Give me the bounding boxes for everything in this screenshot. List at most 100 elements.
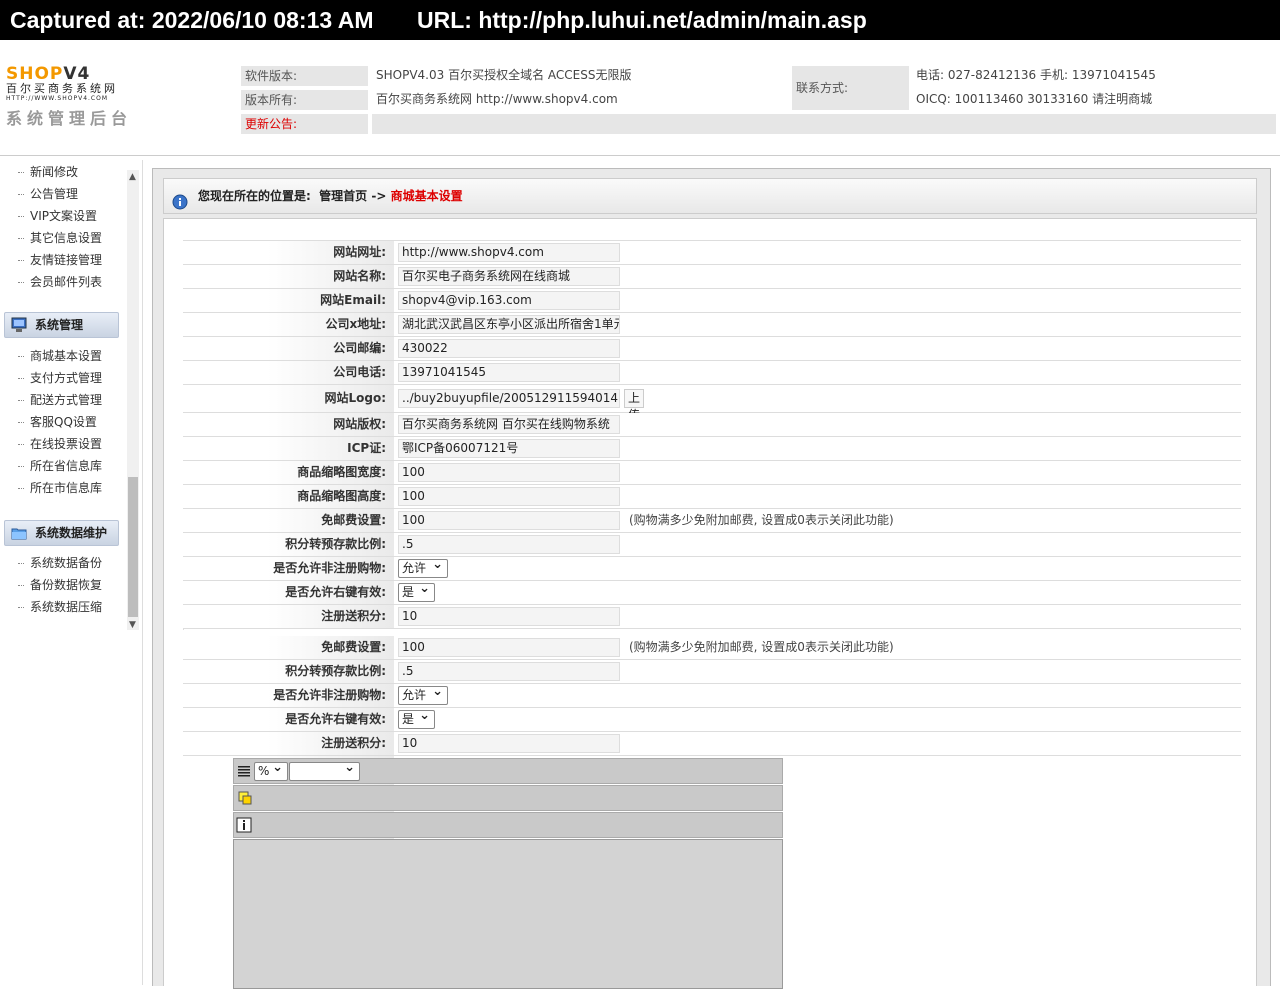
version-value: SHOPV4.03 百尔买授权全域名 ACCESS无限版 <box>376 68 632 82</box>
sidebar-item-news-edit[interactable]: 新闻修改 <box>18 161 78 183</box>
sidebar-item-notice[interactable]: 公告管理 <box>18 183 78 205</box>
header: SHOPV4 百尔买商务系统网 HTTP://WWW.SHOPV4.COM 系统… <box>0 40 1280 156</box>
register-points-field-2[interactable]: 10 <box>398 734 620 753</box>
sidebar-item-delivery[interactable]: 配送方式管理 <box>18 389 102 411</box>
row-phone: 公司电话: 13971041545 <box>183 361 1241 385</box>
logo-url: HTTP://WWW.SHOPV4.COM <box>6 95 109 102</box>
register-points-field[interactable]: 10 <box>398 607 620 626</box>
align-icon[interactable] <box>236 763 252 779</box>
sidebar: 新闻修改 公告管理 VIP文案设置 其它信息设置 友情链接管理 会员邮件列表 系… <box>0 160 143 985</box>
row-thumb-height: 商品缩略图高度: 100 <box>183 485 1241 509</box>
thumb-width-field[interactable]: 100 <box>398 463 620 482</box>
sidebar-item-qq[interactable]: 客服QQ设置 <box>18 411 97 433</box>
scroll-down-icon[interactable]: ▼ <box>129 620 136 630</box>
points-ratio-field-2[interactable]: .5 <box>398 662 620 681</box>
row-register-points: 注册送积分: 10 <box>183 605 1241 629</box>
font-select[interactable] <box>289 759 360 781</box>
phone-field[interactable]: 13971041545 <box>398 363 620 382</box>
sidebar-item-compress[interactable]: 系统数据压缩 <box>18 596 102 618</box>
sidebar-item-mail[interactable]: 会员邮件列表 <box>18 271 102 293</box>
breadcrumb-prefix: 您现在所在的位置是: <box>198 189 311 203</box>
sidebar-item-vote[interactable]: 在线投票设置 <box>18 433 102 455</box>
logo-cn: 百尔买商务系统网 <box>6 82 118 95</box>
sidebar-group-system[interactable]: 系统管理 <box>4 312 119 338</box>
highlight-icon[interactable] <box>237 790 253 806</box>
editor-content-area[interactable] <box>233 839 783 989</box>
row-zip: 公司邮编: 430022 <box>183 337 1241 361</box>
notice-label: 更新公告: <box>241 114 368 134</box>
sidebar-item-payment[interactable]: 支付方式管理 <box>18 367 102 389</box>
capture-url: URL: http://php.luhui.net/admin/main.asp <box>417 7 867 33</box>
monitor-icon <box>11 317 27 333</box>
site-email-field[interactable]: shopv4@vip.163.com <box>398 291 620 310</box>
sidebar-item-links[interactable]: 友情链接管理 <box>18 249 102 271</box>
row-address: 公司x地址: 湖北武汉武昌区东亭小区派出所宿舍1单元 <box>183 313 1241 337</box>
sidebar-item-mall-basic[interactable]: 商城基本设置 <box>18 345 102 367</box>
row-site-email: 网站Email: shopv4@vip.163.com <box>183 289 1241 313</box>
row-points-ratio-2: 积分转预存款比例: .5 <box>183 660 1241 684</box>
row-logo: 网站Logo: ../buy2buyupfile/200512911594014… <box>183 385 1241 456</box>
site-url-field[interactable]: http://www.shopv4.com <box>398 243 620 262</box>
row-register-points-2: 注册送积分: 10 <box>183 732 1241 756</box>
row-right-click: 是否允许右键有效: 是 <box>183 580 1241 605</box>
zip-field[interactable]: 430022 <box>398 339 620 358</box>
scroll-thumb[interactable] <box>128 477 138 617</box>
upload-image-button[interactable]: 上传图片 <box>624 389 645 456</box>
guest-shopping-select-2[interactable]: 允许 <box>398 683 448 705</box>
free-shipping-field[interactable]: 100 <box>398 511 620 530</box>
contact-label: 联系方式: <box>792 66 909 110</box>
breadcrumb-home[interactable]: 管理首页 <box>319 189 367 203</box>
row-thumb-width: 商品缩略图宽度: 100 <box>183 461 1241 485</box>
site-name-field[interactable]: 百尔买电子商务系统网在线商城 <box>398 267 620 286</box>
info-box-icon[interactable] <box>236 817 252 833</box>
editor-toolbar-2 <box>233 785 783 811</box>
row-right-click-2: 是否允许右键有效: 是 <box>183 707 1241 732</box>
breadcrumb-current: 商城基本设置 <box>390 189 463 203</box>
thumb-height-field[interactable]: 100 <box>398 487 620 506</box>
sidebar-item-province[interactable]: 所在省信息库 <box>18 455 102 477</box>
editor-toolbar-1: % <box>233 758 783 784</box>
logo-brand: SHOPV4 <box>6 64 91 84</box>
owner-label: 版本所有: <box>241 90 368 110</box>
rich-text-editor: % <box>233 758 783 989</box>
logo-field[interactable]: ../buy2buyupfile/200512911594014 <box>398 389 620 408</box>
address-field[interactable]: 湖北武汉武昌区东亭小区派出所宿舍1单元 <box>398 315 620 334</box>
row-copyright: 网站版权: 百尔买商务系统网 百尔买在线购物系统 <box>183 413 1241 437</box>
info-icon <box>172 189 188 210</box>
capture-banner: Captured at: 2022/06/10 08:13 AM URL: ht… <box>0 0 1280 40</box>
sidebar-scrollbar[interactable]: ▲ ▼ <box>127 170 139 630</box>
free-shipping-hint: (购物满多少免附加邮费, 设置成0表示关闭此功能) <box>629 513 894 527</box>
row-guest-shopping: 是否允许非注册购物: 允许 <box>183 556 1241 581</box>
row-guest-shopping-2: 是否允许非注册购物: 允许 <box>183 683 1241 708</box>
free-shipping-hint-2: (购物满多少免附加邮费, 设置成0表示关闭此功能) <box>629 640 894 654</box>
folder-icon <box>11 525 27 541</box>
row-site-name: 网站名称: 百尔买电子商务系统网在线商城 <box>183 265 1241 289</box>
row-points-ratio: 积分转预存款比例: .5 <box>183 533 1241 557</box>
right-click-select-2[interactable]: 是 <box>398 707 435 729</box>
sidebar-item-other[interactable]: 其它信息设置 <box>18 227 102 249</box>
free-shipping-field-2[interactable]: 100 <box>398 638 620 657</box>
editor-toolbar-3 <box>233 812 783 838</box>
oicq-value: OICQ: 100113460 30133160 请注明商城 <box>916 92 1153 106</box>
guest-shopping-select[interactable]: 允许 <box>398 556 448 578</box>
sidebar-item-backup[interactable]: 系统数据备份 <box>18 552 102 574</box>
row-icp: ICP证: 鄂ICP备06007121号 <box>183 437 1241 461</box>
right-click-select[interactable]: 是 <box>398 580 435 602</box>
breadcrumb-arrow: -> <box>371 189 387 203</box>
sidebar-group-data[interactable]: 系统数据维护 <box>4 520 119 546</box>
sidebar-item-restore[interactable]: 备份数据恢复 <box>18 574 102 596</box>
points-ratio-field[interactable]: .5 <box>398 535 620 554</box>
sidebar-item-vip[interactable]: VIP文案设置 <box>18 205 97 227</box>
phone-value: 电话: 027-82412136 手机: 13971041545 <box>916 68 1156 82</box>
zoom-select[interactable]: % <box>254 759 288 781</box>
sidebar-item-city[interactable]: 所在市信息库 <box>18 477 102 499</box>
scroll-up-icon[interactable]: ▲ <box>129 172 136 182</box>
owner-value: 百尔买商务系统网 http://www.shopv4.com <box>376 92 618 106</box>
icp-field[interactable]: 鄂ICP备06007121号 <box>398 439 620 458</box>
breadcrumb: 您现在所在的位置是: 管理首页 -> 商城基本设置 <box>163 178 1257 214</box>
capture-time: Captured at: 2022/06/10 08:13 AM <box>10 7 374 33</box>
copyright-field[interactable]: 百尔买商务系统网 百尔买在线购物系统 <box>398 415 620 434</box>
logo: SHOPV4 百尔买商务系统网 HTTP://WWW.SHOPV4.COM 系统… <box>6 65 146 131</box>
version-label: 软件版本: <box>241 66 368 86</box>
row-site-url: 网站网址: http://www.shopv4.com <box>183 241 1241 265</box>
